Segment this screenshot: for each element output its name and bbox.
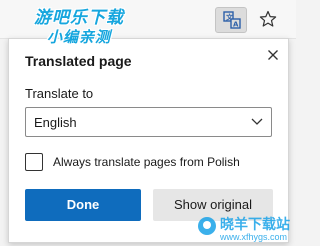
browser-toolbar: 文 A — [0, 0, 296, 39]
translate-button[interactable]: 文 A — [215, 7, 247, 33]
always-translate-checkbox[interactable] — [25, 153, 43, 171]
translate-to-label: Translate to — [25, 86, 94, 101]
translate-icon: 文 A — [223, 11, 241, 29]
done-button[interactable]: Done — [25, 189, 141, 221]
show-original-button[interactable]: Show original — [153, 189, 273, 221]
language-select[interactable]: English — [25, 107, 272, 137]
popup-title: Translated page — [25, 53, 132, 69]
always-translate-label: Always translate pages from Polish — [53, 155, 240, 169]
close-icon — [268, 50, 278, 60]
language-select-value: English — [34, 115, 77, 130]
favorite-button[interactable] — [255, 7, 281, 33]
star-icon — [259, 10, 277, 27]
close-button[interactable] — [263, 45, 283, 65]
translate-popup: Translated page Translate to English Alw… — [8, 38, 289, 243]
svg-text:A: A — [233, 21, 239, 29]
chevron-down-icon — [251, 118, 263, 125]
